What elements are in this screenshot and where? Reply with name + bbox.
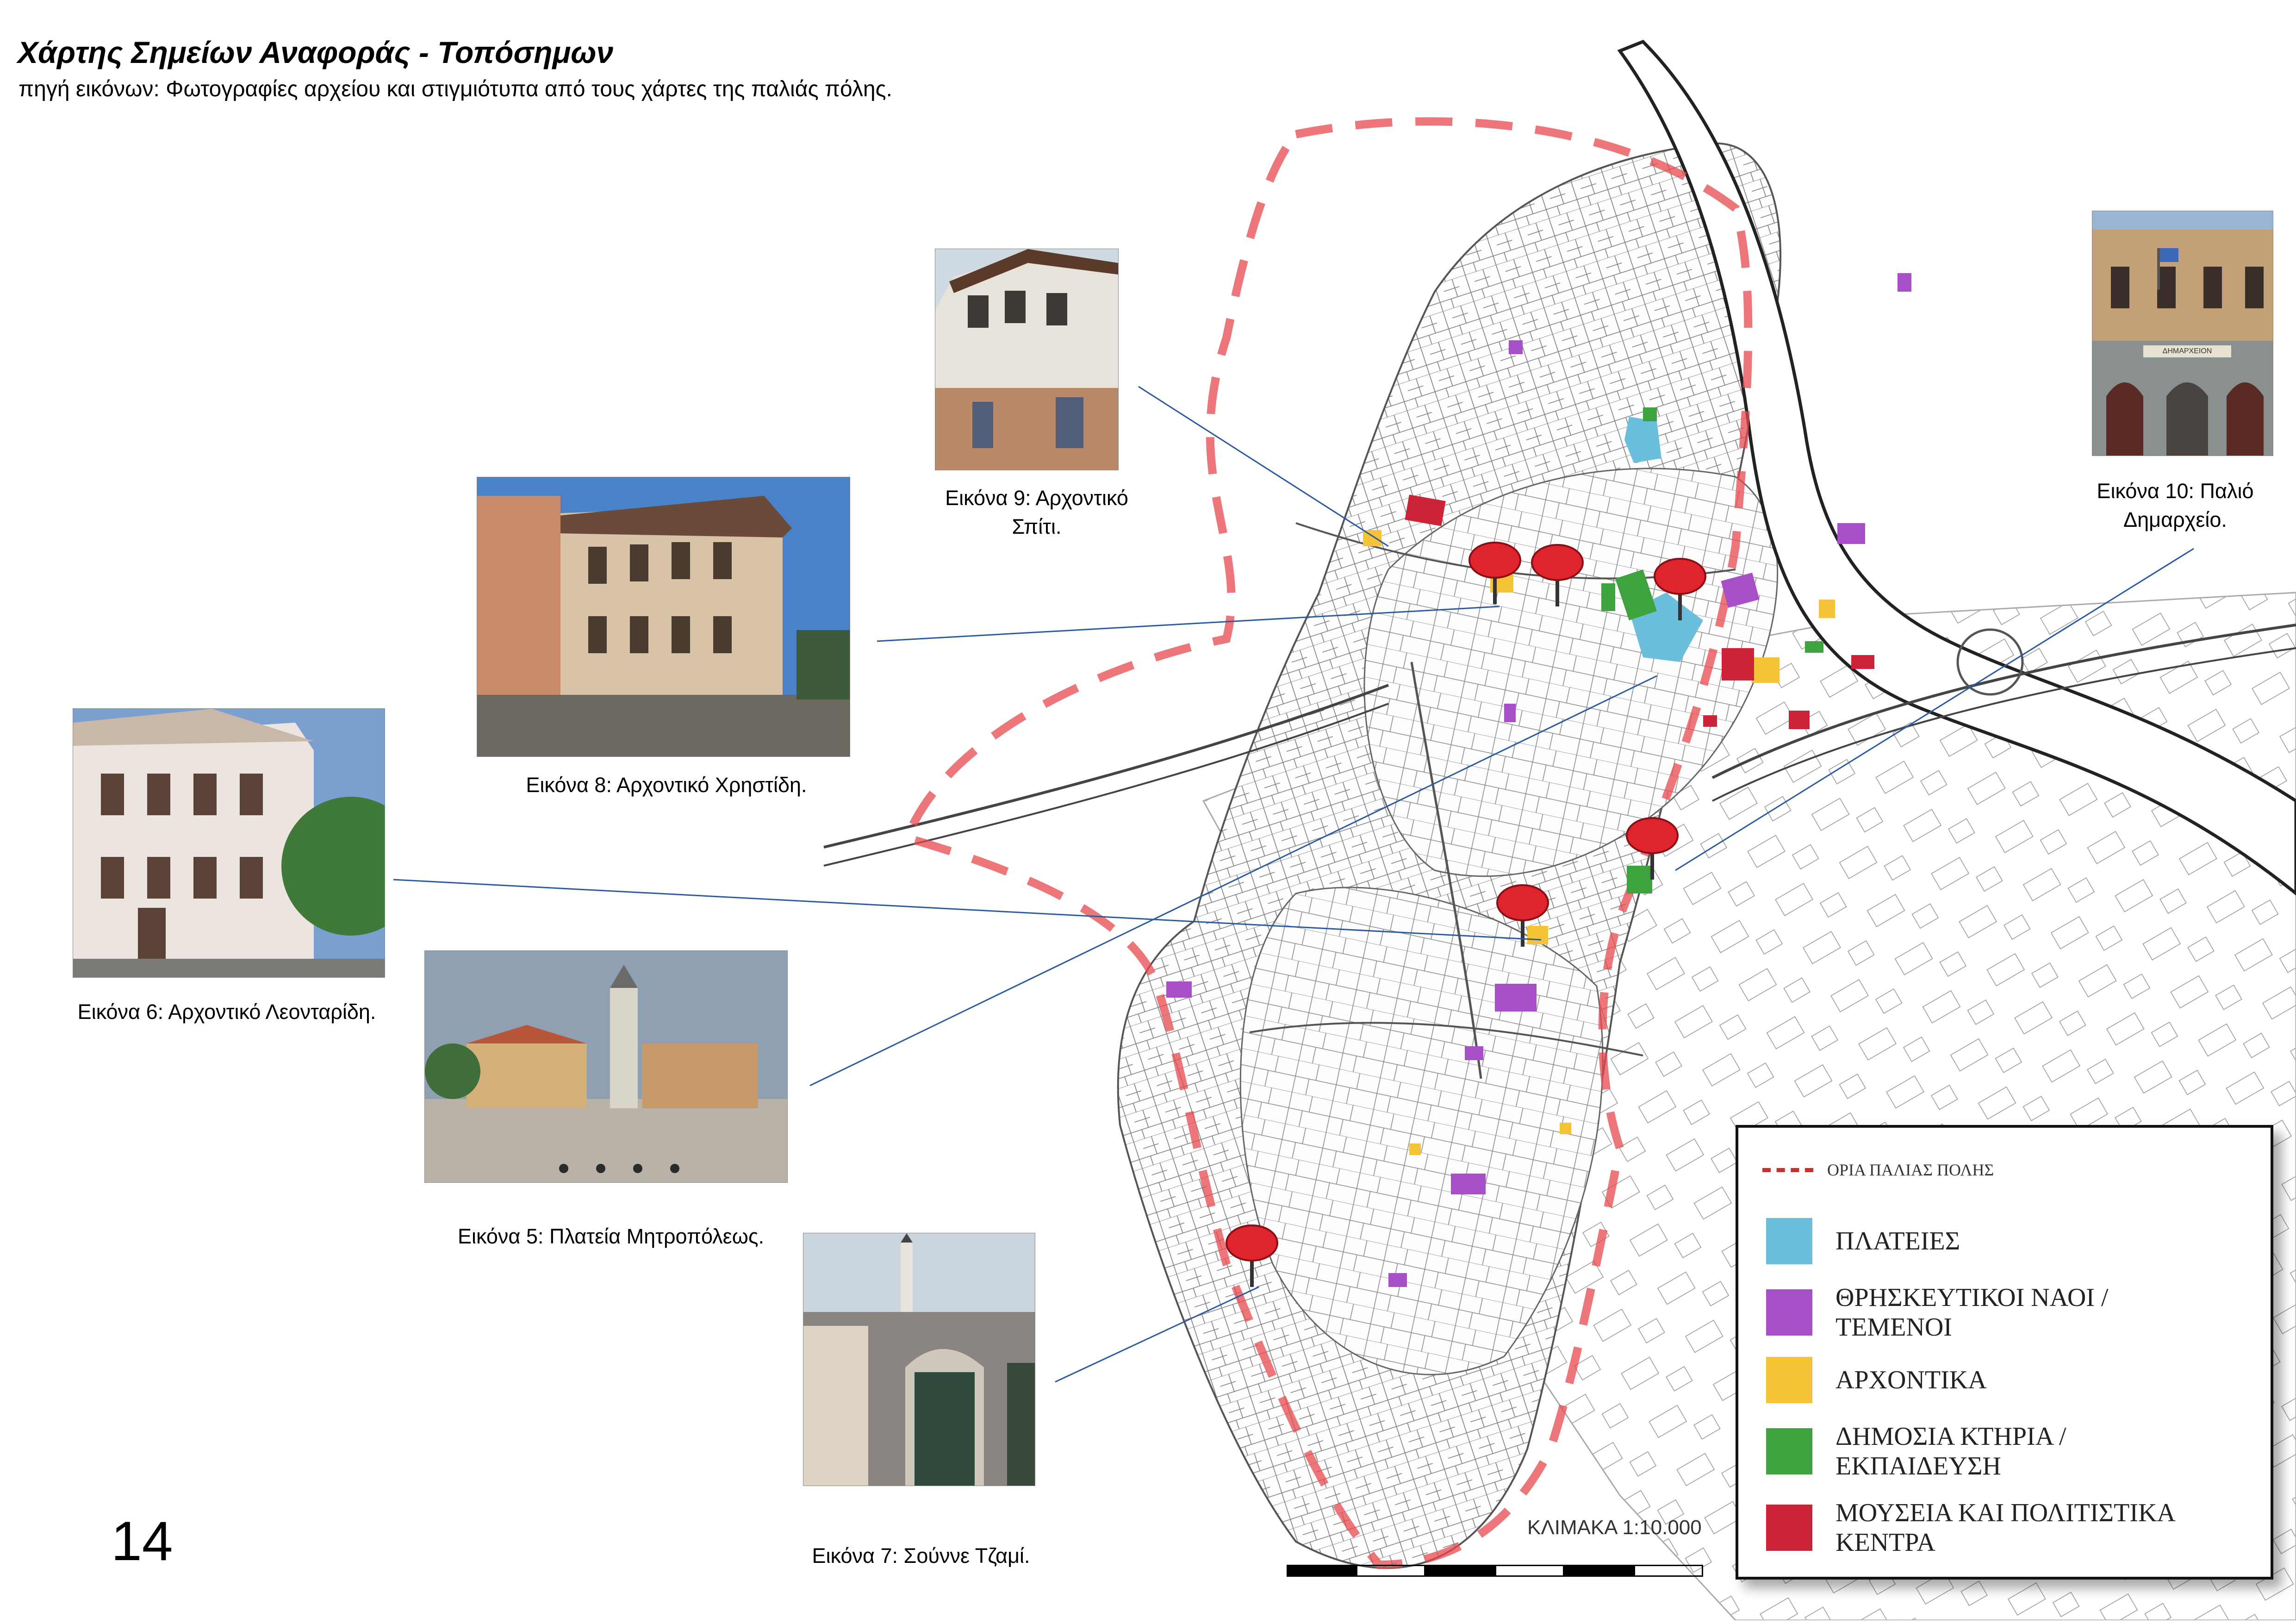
town-hall-sign: ΔΗΜΑΡΧΕΙΟΝ <box>2162 347 2212 355</box>
photo-archontiko-leontaridi[interactable] <box>73 708 385 978</box>
legend-label: ΠΛΑΤΕΙΕΣ <box>1836 1227 1960 1255</box>
photo-9-caption: Εικόνα 9: Αρχοντικό Σπίτι. <box>945 486 1128 538</box>
legend-label: ΔΗΜΟΣΙΑ ΚΤΗΡΙΑ / ΕΚΠΑΙΔΕΥΣΗ <box>1836 1422 2066 1480</box>
legend-item-mansions: ΑΡΧΟΝΤΙΚΑ <box>1766 1357 2215 1403</box>
photo-10-caption: Εικόνα 10: Παλιό Δημαρχείο. <box>2097 479 2254 531</box>
scale-bar <box>1287 1565 1703 1577</box>
legend-boundary-row: ΟΡΙΑ ΠΑΛΙΑΣ ΠΟΛΗΣ <box>1762 1160 1994 1180</box>
legend-label: ΑΡΧΟΝΤΙΚΑ <box>1836 1366 1987 1394</box>
legend-label: ΘΡΗΣΚΕΥΤΙΚΟΙ ΝΑΟΙ / ΤΕΜΕΝΟΙ <box>1836 1283 2109 1342</box>
page-number: 14 <box>111 1510 173 1572</box>
photo-plateia-mitropoleos[interactable] <box>424 950 788 1183</box>
photo-sounne-tzami[interactable] <box>803 1233 1035 1486</box>
legend-swatch <box>1766 1357 1812 1403</box>
legend-swatch <box>1766 1505 1812 1551</box>
photo-archontiko-christidi[interactable] <box>477 477 850 757</box>
legend-swatch <box>1766 1289 1812 1336</box>
photo-8-caption: Εικόνα 8: Αρχοντικό Χρηστίδη. <box>526 773 807 797</box>
scale-label: ΚΛΙΜΑΚΑ 1:10.000 <box>1527 1516 1702 1539</box>
legend-item-museums: ΜΟΥΣΕΙΑ ΚΑΙ ΠΟΛΙΤΙΣΤΙΚΑ ΚΕΝΤΡΑ <box>1766 1498 2215 1557</box>
legend-label: ΜΟΥΣΕΙΑ ΚΑΙ ΠΟΛΙΤΙΣΤΙΚΑ ΚΕΝΤΡΑ <box>1836 1499 2174 1557</box>
legend-swatch <box>1766 1218 1812 1264</box>
photo-7-caption: Εικόνα 7: Σούννε Τζαμί. <box>812 1544 1030 1568</box>
photo-palio-dimarxeio[interactable]: ΔΗΜΑΡΧΕΙΟΝ <box>2092 211 2273 456</box>
photo-5-caption: Εικόνα 5: Πλατεία Μητροπόλεως. <box>457 1224 765 1248</box>
legend-swatch <box>1766 1428 1812 1474</box>
map-legend: ΟΡΙΑ ΠΑΛΙΑΣ ΠΟΛΗΣ ΠΛΑΤΕΙΕΣ ΘΡΗΣΚΕΥΤΙΚΟΙ … <box>1736 1125 2273 1580</box>
legend-item-public-buildings: ΔΗΜΟΣΙΑ ΚΤΗΡΙΑ / ΕΚΠΑΙΔΕΥΣΗ <box>1766 1422 2215 1481</box>
legend-item-squares: ΠΛΑΤΕΙΕΣ <box>1766 1218 2215 1264</box>
photo-archontiko-spiti[interactable] <box>935 249 1119 470</box>
photo-6-caption: Εικόνα 6: Αρχοντικό Λεονταρίδη. <box>77 1000 376 1024</box>
legend-boundary-label: ΟΡΙΑ ΠΑΛΙΑΣ ΠΟΛΗΣ <box>1827 1161 1994 1179</box>
dashed-line-icon <box>1762 1168 1813 1172</box>
legend-item-religious: ΘΡΗΣΚΕΥΤΙΚΟΙ ΝΑΟΙ / ΤΕΜΕΝΟΙ <box>1766 1283 2215 1342</box>
